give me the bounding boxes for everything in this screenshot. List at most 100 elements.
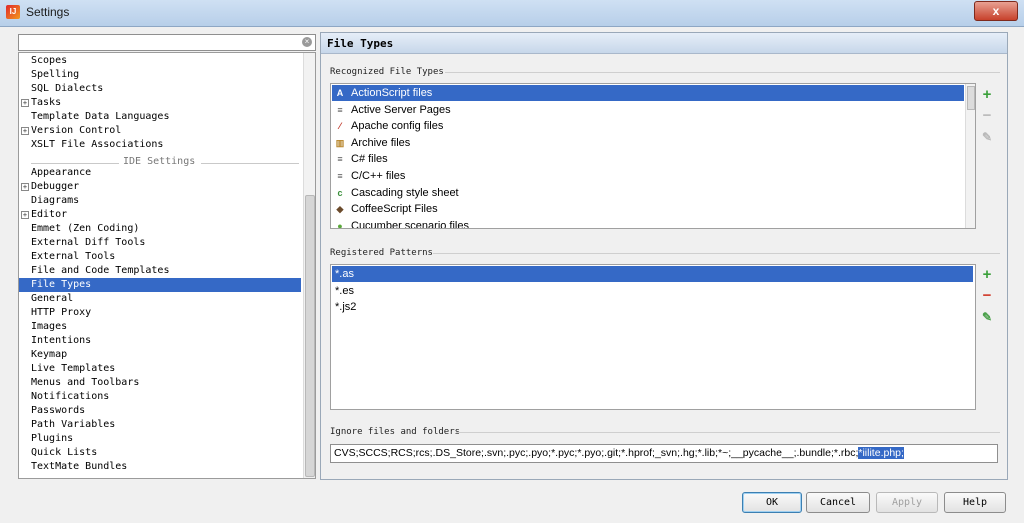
recognized-file-types-list[interactable]: A ActionScript files ≡ Active Server Pages ⁄… (330, 83, 976, 229)
registered-patterns-list[interactable]: *.as *.es *.js2 (330, 264, 976, 410)
help-button[interactable]: Help (944, 492, 1006, 513)
file-type-label: Archive files (351, 136, 411, 149)
pencil-icon: ✎ (981, 310, 993, 324)
recognized-file-types-label: Recognized File Types (330, 67, 444, 77)
tree-item-label: Plugins (31, 433, 74, 444)
app-logo-icon: IJ (6, 5, 20, 19)
tree-item-label: External Diff Tools (31, 237, 146, 248)
expand-icon[interactable]: + (21, 211, 29, 219)
tree-item-label: Diagrams (31, 195, 80, 206)
tree-item-label: Emmet (Zen Coding) (31, 223, 140, 234)
file-type-label: C# files (351, 153, 388, 166)
tree-item-label: TextMate Bundles (31, 461, 128, 472)
file-type-row[interactable]: ◆ CoffeeScript Files (332, 201, 964, 217)
file-type-row[interactable]: ≡ Active Server Pages (332, 102, 964, 118)
panel-header: File Types (321, 33, 1007, 54)
remove-file-type-button[interactable]: − (979, 108, 995, 124)
pattern-label: *.as (335, 268, 354, 280)
tree-item-label: Keymap (31, 349, 68, 360)
close-icon: x (992, 4, 1000, 18)
ignore-files-selected-text: *iilite.php; (858, 447, 904, 459)
pencil-icon: ✎ (981, 130, 993, 144)
clear-search-icon[interactable]: × (302, 37, 312, 47)
tree-item-label: HTTP Proxy (31, 307, 92, 318)
tree-item-label: Live Templates (31, 363, 116, 374)
tree-item-label: File and Code Templates (31, 265, 170, 276)
settings-tree: Scopes Spelling SQL Dialects + Tasks Template… (18, 52, 316, 479)
ok-button[interactable]: OK (742, 492, 802, 513)
tree-item-label: Path Variables (31, 419, 116, 430)
tree-item-label: XSLT File Associations (31, 139, 164, 150)
apply-button[interactable]: Apply (876, 492, 938, 513)
tree-item-label: Template Data Languages (31, 111, 170, 122)
minus-icon: − (982, 107, 992, 124)
pattern-row[interactable]: *.as (332, 266, 973, 282)
tree-item-label: Scopes (31, 55, 68, 66)
cucumber-icon: ● (337, 220, 343, 229)
file-type-label: Cucumber scenario files (351, 219, 469, 229)
remove-pattern-button[interactable]: − (979, 288, 995, 304)
apache-icon: ⁄ (339, 121, 341, 132)
tree-item-label: SQL Dialects (31, 83, 104, 94)
file-type-label: C/C++ files (351, 170, 406, 182)
expand-icon[interactable]: + (21, 99, 29, 107)
edit-pattern-button[interactable]: ✎ (979, 309, 995, 325)
file-types-scrollbar[interactable] (965, 84, 975, 228)
panel-title: File Types (327, 37, 394, 50)
tree-item[interactable]: File Types (19, 278, 301, 292)
ignore-files-value: CVS;SCCS;RCS;rcs;.DS_Store;.svn;.pyc;.py… (334, 447, 859, 459)
tree-item-label: Images (31, 321, 68, 332)
file-type-label: Cascading style sheet (351, 186, 459, 199)
tree-scrollbar[interactable] (303, 53, 315, 478)
minus-icon: − (982, 287, 992, 304)
file-type-label: ActionScript files (351, 87, 433, 99)
tree-item-label: Spelling (31, 69, 80, 80)
plus-icon: + (982, 86, 992, 103)
tree-item-label: General (31, 293, 74, 304)
tree-item-label: Quick Lists (31, 447, 98, 458)
registered-patterns-label: Registered Patterns (330, 248, 433, 258)
coffeescript-icon: ◆ (336, 204, 344, 215)
file-type-row[interactable]: ▥ Archive files (332, 135, 964, 151)
file-type-label: Apache config files (351, 120, 444, 133)
file-type-row[interactable]: c Cascading style sheet (332, 185, 964, 201)
file-type-label: Active Server Pages (351, 103, 451, 116)
tree-item-label: Notifications (31, 391, 110, 402)
pattern-label: *.es (335, 284, 354, 297)
add-pattern-button[interactable]: + (979, 267, 995, 283)
file-type-label: CoffeeScript Files (351, 203, 438, 216)
settings-search-input[interactable]: × (18, 34, 316, 51)
ignore-files-label: Ignore files and folders (330, 427, 461, 437)
ide-settings-separator: IDE Settings (19, 156, 301, 170)
cancel-button[interactable]: Cancel (806, 492, 870, 513)
tree-item-label: Debugger (31, 181, 80, 192)
add-file-type-button[interactable]: + (979, 87, 995, 103)
file-type-row[interactable]: ≡ C/C++ files (332, 168, 964, 184)
file-type-row[interactable]: ● Cucumber scenario files (332, 218, 964, 229)
tree-item-label: Tasks (31, 97, 62, 108)
tree-item-label: Version Control (31, 125, 122, 136)
ignore-files-input[interactable]: CVS;SCCS;RCS;rcs;.DS_Store;.svn;.pyc;.py… (330, 444, 998, 463)
pattern-label: *.js2 (335, 301, 357, 313)
ide-settings-label: IDE Settings (123, 156, 196, 167)
edit-file-type-button[interactable]: ✎ (979, 129, 995, 145)
css-icon: c (337, 187, 343, 198)
file-type-row[interactable]: A ActionScript files (332, 85, 964, 101)
archive-icon: ▥ (335, 137, 345, 148)
expand-icon[interactable]: + (21, 183, 29, 191)
window-close-button[interactable]: x (974, 1, 1018, 21)
pattern-row[interactable]: *.js2 (332, 299, 973, 315)
pattern-row[interactable]: *.es (332, 283, 973, 299)
tree-item-label: Editor (31, 209, 68, 220)
file-type-row[interactable]: ≡ C# files (332, 151, 964, 167)
file-types-panel: File Types Recognized File Types A Action… (320, 32, 1008, 480)
window-title: Settings (26, 5, 70, 19)
tree-item-label: File Types (31, 279, 92, 290)
expand-icon[interactable]: + (21, 127, 29, 135)
tree-item-label: Passwords (31, 405, 86, 416)
file-type-row[interactable]: ⁄ Apache config files (332, 118, 964, 134)
tree-scrollbar-thumb[interactable] (305, 195, 315, 477)
actionscript-icon: A (336, 88, 344, 98)
asp-icon: ≡ (337, 104, 343, 115)
file-types-scrollbar-thumb[interactable] (967, 86, 975, 110)
